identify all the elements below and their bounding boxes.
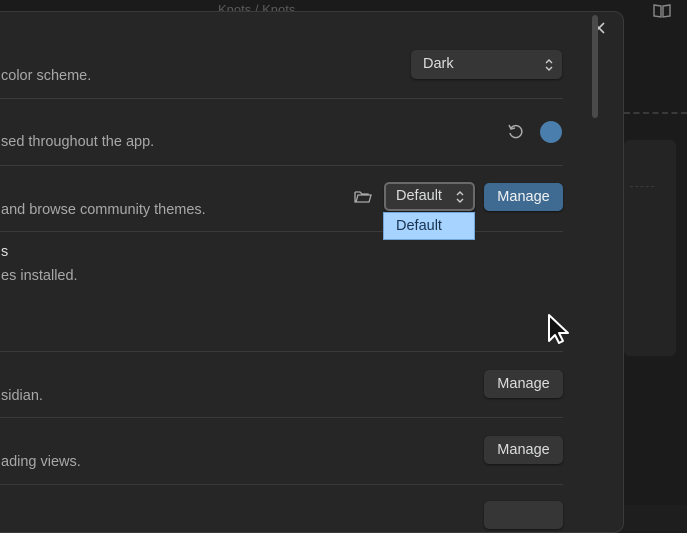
select-value: Dark (423, 56, 454, 72)
settings-modal: color scheme. Dark sed throughout the ap… (0, 11, 624, 533)
manage-button[interactable]: Manage (484, 436, 563, 464)
mouse-cursor-icon (548, 314, 569, 344)
theme-select[interactable]: Default (384, 182, 475, 211)
setting-title: s (1, 244, 9, 260)
setting-row-base-color-scheme: color scheme. Dark (0, 12, 563, 99)
setting-row-accent-color: sed throughout the app. (0, 99, 563, 166)
option-label: Default (396, 218, 442, 234)
background-panel (624, 140, 676, 356)
button-label: Manage (497, 376, 550, 392)
manage-button[interactable]: Manage (484, 370, 563, 398)
button-label: Manage (497, 442, 550, 458)
book-icon[interactable] (653, 3, 671, 19)
chevron-up-down-icon (545, 59, 553, 71)
manage-button[interactable] (484, 501, 563, 529)
folder-icon[interactable] (354, 189, 372, 205)
color-scheme-select[interactable]: Dark (411, 50, 562, 79)
accent-color-picker[interactable] (540, 121, 562, 143)
setting-description: sidian. (1, 388, 43, 404)
background-divider (630, 186, 654, 187)
button-label: Manage (497, 189, 550, 205)
setting-description: color scheme. (1, 68, 92, 84)
chevron-up-down-icon (456, 191, 464, 203)
setting-description: es installed. (1, 268, 78, 284)
select-value: Default (396, 188, 442, 204)
setting-row-themes: and browse community themes. (0, 166, 563, 232)
setting-description: sed throughout the app. (1, 134, 155, 150)
manage-themes-button[interactable]: Manage (484, 183, 563, 211)
setting-description: and browse community themes. (1, 202, 206, 218)
setting-row-css-snippets: s es installed. (0, 232, 563, 352)
scrollbar-thumb[interactable] (592, 15, 598, 118)
background-divider (624, 112, 687, 114)
theme-dropdown-option[interactable]: Default (383, 212, 475, 240)
setting-row-fonts: sidian. Manage (0, 352, 563, 418)
reset-icon[interactable] (507, 123, 525, 141)
setting-row-reading: ading views. Manage (0, 418, 563, 485)
setting-description: ading views. (1, 454, 81, 470)
